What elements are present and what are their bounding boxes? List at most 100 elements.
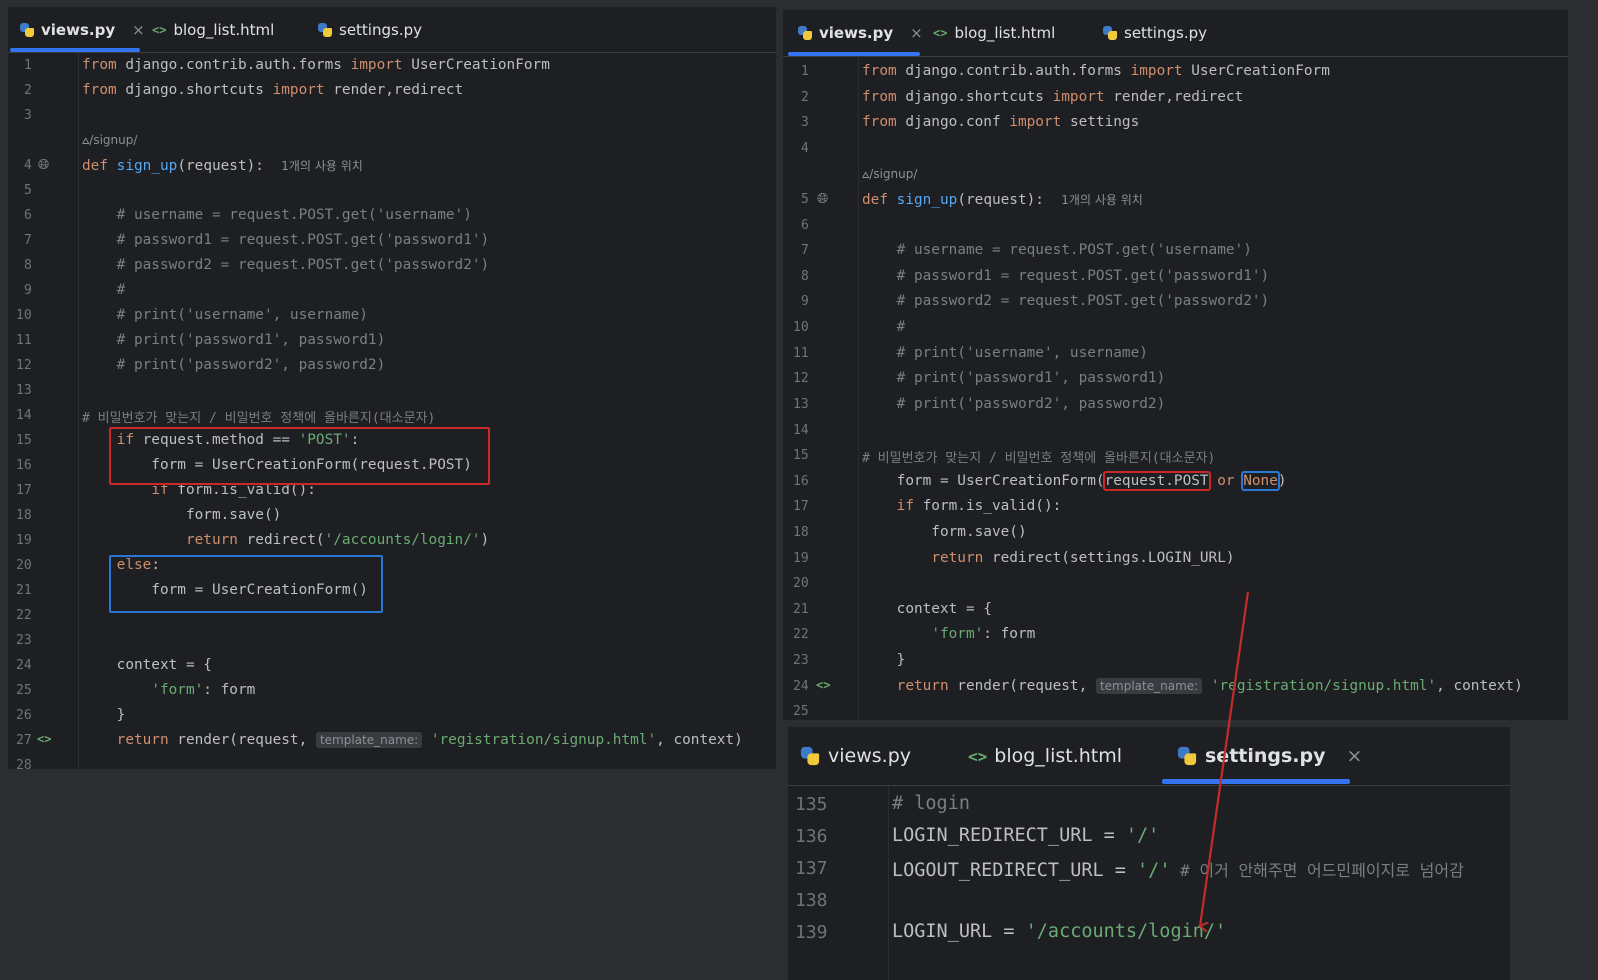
code-text: django.shortcuts: [116, 82, 273, 98]
comment-line: # print('password2', password2): [82, 357, 386, 373]
line-number: 17: [16, 483, 32, 498]
function-name: sign_up: [116, 158, 178, 174]
close-icon[interactable]: ×: [1347, 745, 1363, 767]
code-line: form.save(): [82, 507, 282, 523]
string-literal: 'POST': [298, 432, 351, 448]
code-text: ): [1277, 473, 1287, 489]
endpoint-hint[interactable]: ⩟/signup/: [862, 167, 917, 182]
code-text: LOGIN_REDIRECT_URL =: [892, 825, 1126, 846]
line-number: 21: [793, 602, 809, 617]
line-number: 18: [793, 525, 809, 540]
code-text: form = UserCreationForm(: [862, 473, 1105, 489]
function-name: sign_up: [896, 192, 958, 208]
code-line: return redirect(settings.LOGIN_URL): [862, 550, 1235, 566]
line-number: 23: [793, 653, 809, 668]
code-line: context = {: [82, 657, 212, 673]
globe-icon[interactable]: 🌐︎: [817, 191, 828, 207]
code-text: django.shortcuts: [896, 89, 1053, 105]
comment-line: #: [862, 319, 906, 335]
comment-line: # password2 = request.POST.get('password…: [862, 293, 1270, 309]
line-number: 13: [16, 383, 32, 398]
code-line: form = UserCreationForm(): [82, 582, 368, 598]
code-text: : form: [983, 626, 1036, 642]
code-text: UserCreationForm: [402, 57, 550, 73]
line-number: 6: [24, 208, 32, 223]
code-text: redirect(settings.LOGIN_URL): [983, 550, 1235, 566]
right-editor-panel: views.py × <> blog_list.html settings.py…: [783, 10, 1568, 720]
string-literal: 'form': [151, 682, 204, 698]
line-number: 3: [801, 115, 809, 130]
usage-hint[interactable]: 1개의 사용 위치: [281, 159, 363, 173]
left-editor-panel: views.py × <> blog_list.html settings.py…: [8, 7, 776, 769]
tab-views-py[interactable]: views.py: [800, 727, 911, 785]
keyword: if: [151, 482, 169, 498]
right-gutter: [783, 57, 859, 720]
line-number: 20: [793, 576, 809, 591]
keyword: from: [862, 63, 897, 79]
code-text: :: [151, 557, 160, 573]
tab-label: blog_list.html: [994, 745, 1123, 767]
comment-text: # 이거 안해주면 어드민페이지로 넘어감: [1170, 861, 1464, 880]
string-literal: '/accounts/login/': [324, 532, 481, 548]
tab-views-py[interactable]: views.py ×: [798, 10, 923, 56]
line-number: 15: [793, 448, 809, 463]
tab-blog-list-html[interactable]: <> blog_list.html: [968, 727, 1122, 785]
active-tab-underline: [10, 48, 140, 52]
line-number: 1: [24, 58, 32, 73]
code-line: 'form': form: [82, 682, 255, 698]
code-text: UserCreationForm: [1182, 63, 1330, 79]
keyword: def: [82, 158, 108, 174]
tab-settings-py[interactable]: settings.py: [1103, 10, 1207, 56]
close-icon[interactable]: ×: [132, 21, 145, 39]
keyword: def: [862, 192, 888, 208]
endpoint-hint[interactable]: ⩟/signup/: [82, 133, 137, 148]
globe-icon[interactable]: 🌐︎: [38, 157, 49, 173]
close-icon[interactable]: ×: [910, 24, 923, 42]
usage-hint[interactable]: 1개의 사용 위치: [1061, 193, 1143, 207]
python-file-icon: [318, 22, 332, 37]
code-line: }: [862, 652, 906, 668]
tab-settings-py[interactable]: settings.py ×: [1177, 727, 1363, 785]
tab-label: views.py: [828, 745, 911, 767]
line-number: 18: [16, 508, 32, 523]
code-line: from django.shortcuts import render,redi…: [862, 89, 1243, 105]
code-line: context = {: [862, 601, 992, 617]
html-tag-icon[interactable]: <>: [816, 678, 830, 692]
code-line: form.save(): [862, 524, 1027, 540]
keyword: return: [931, 550, 984, 566]
html-tag-icon[interactable]: <>: [37, 732, 51, 746]
comment-line: # password2 = request.POST.get('password…: [82, 257, 490, 273]
code-text: render,redirect: [1104, 89, 1244, 105]
tab-blog-list-html[interactable]: <> blog_list.html: [152, 7, 274, 52]
line-number: 2: [801, 90, 809, 105]
line-number: 21: [16, 583, 32, 598]
line-number: 11: [16, 333, 32, 348]
keyword: or: [1217, 473, 1235, 489]
line-number: 20: [16, 558, 32, 573]
keyword: return: [896, 678, 949, 694]
keyword: from: [82, 82, 117, 98]
settings-editor-panel: views.py <> blog_list.html settings.py ×…: [788, 727, 1510, 980]
keyword: import: [1052, 89, 1105, 105]
code-line: else:: [82, 557, 160, 573]
python-file-icon: [800, 746, 820, 766]
comment-line: # 비밀번호가 맞는지 / 비밀번호 정책에 올바른지(대소문자): [82, 411, 436, 426]
python-file-icon: [1177, 746, 1197, 766]
python-file-icon: [1103, 26, 1117, 40]
string-literal: '/': [1125, 825, 1160, 846]
code-line: form = UserCreationForm(request.POST or …: [862, 471, 1287, 491]
line-number: 138: [795, 890, 828, 911]
line-number: 22: [16, 608, 32, 623]
tab-label: blog_list.html: [173, 20, 275, 39]
tab-settings-py[interactable]: settings.py: [318, 7, 422, 52]
line-number: 28: [16, 758, 32, 769]
tab-views-py[interactable]: views.py ×: [20, 7, 145, 52]
code-text: request.method ==: [133, 432, 299, 448]
tab-blog-list-html[interactable]: <> blog_list.html: [933, 10, 1055, 56]
